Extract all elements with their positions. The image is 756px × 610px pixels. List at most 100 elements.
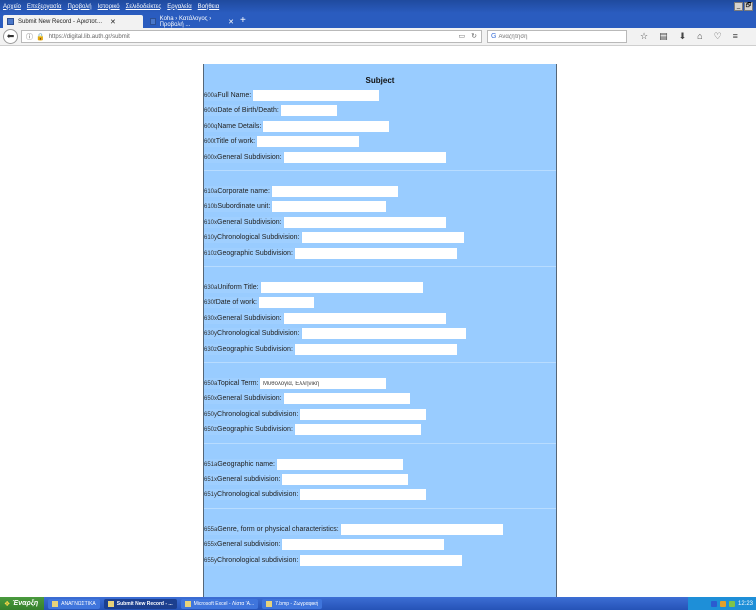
search-icon: G [491,33,497,40]
field-input-630x[interactable] [284,312,446,324]
field-tag: 600a [204,93,218,99]
tab-close-icon[interactable]: ✕ [228,18,234,26]
field-input-600t[interactable] [257,136,359,148]
field-label-651y: 651yChronological subdivision: [204,489,300,501]
menu-item[interactable]: Βοήθεια [198,4,220,10]
field-label-text: Chronological subdivision: [217,410,299,418]
url-bar[interactable]: ⓘ 🔒 https://digital.lib.auth.gr/submit ▭ … [21,30,482,43]
menu-item[interactable]: Σελιδοδείκτες [126,4,162,10]
url-actions: ▭ ↻ [459,32,478,40]
menu-item[interactable]: Αρχείο [3,4,21,10]
subject-form: Subject 600aFull Name: 600dDate of Birth/… [203,64,557,597]
field-label-600q: 600qName Details: [204,120,263,132]
field-input-600x[interactable] [284,151,446,163]
start-label: Έναρξη [12,600,39,607]
field-tag: 630f [204,300,216,307]
field-input-651y[interactable] [300,489,426,501]
field-label-text: Subordinate unit: [217,203,271,211]
field-input-650x[interactable] [284,393,410,405]
field-label-650z: 650zGeographic Subdivision: [204,424,294,436]
field-label-630z: 630zGeographic Subdivision: [204,343,294,355]
field-label-650a: 650aTopical Term: [204,378,260,389]
field-input-651a[interactable] [277,458,403,470]
search-bar[interactable]: G [487,30,627,43]
navigation-bar: ⬅ ⓘ 🔒 https://digital.lib.auth.gr/submit … [0,28,756,46]
field-input-610x[interactable] [284,216,446,228]
field-label-610x: 610xGeneral Subdivision: [204,216,283,228]
home-icon[interactable]: ⌂ [697,31,702,42]
field-input-630f[interactable] [259,297,314,309]
start-button[interactable]: ❖ Έναρξη [0,597,45,610]
section-divider [204,170,556,171]
field-input-651x[interactable] [282,474,408,485]
tab-submit-new-record[interactable]: Submit New Record - Αριστοτ... ✕ [3,15,143,28]
page-favicon-icon [150,18,156,25]
back-button[interactable]: ⬅ [3,29,18,44]
pocket-icon[interactable]: ♡ [714,31,722,42]
field-input-630y[interactable] [302,328,466,340]
volume-icon[interactable] [728,600,735,607]
minimize-button[interactable]: _ [734,2,743,11]
field-label-text: Geographic Subdivision: [217,426,293,434]
field-label-text: General Subdivision: [217,395,282,403]
tab-koha[interactable]: Koha › Κατάλογος › Προβολή ... ✕ [146,15,238,28]
field-label-651a: 651aGeographic name: [204,458,276,470]
reload-icon[interactable]: ↻ [471,32,477,40]
field-label-text: Chronological subdivision: [217,491,299,499]
section-divider [204,507,556,509]
search-input[interactable] [498,31,609,42]
field-input-650y[interactable] [300,408,426,420]
download-icon[interactable]: ⬇ [679,31,687,42]
page-favicon-icon [7,18,14,25]
field-input-600q[interactable] [263,120,389,132]
tab-label: Koha › Κατάλογος › Προβολή ... [159,15,212,28]
menu-bar: Αρχείο Επεξεργασία Προβολή Ιστορικό Σελιδοδε… [0,0,756,13]
field-label-text: General Subdivision: [217,153,282,161]
menu-item[interactable]: Επεξεργασία [27,4,62,10]
field-input-655a[interactable] [341,523,503,535]
restore-button[interactable]: 🗗 [744,2,753,11]
field-input-655x[interactable] [282,539,444,551]
toolbar-icons: ☆ ▤ ⬇ ⌂ ♡ ≡ [640,31,738,42]
field-label-text: Geographic Subdivision: [217,249,293,257]
field-tag: 651y [204,492,218,499]
field-input-600a[interactable] [253,90,379,101]
field-label-650y: 650yChronological subdivision: [204,408,300,420]
menu-item[interactable]: Ιστορικό [98,4,120,10]
info-icon[interactable]: ⓘ 🔒 [26,32,45,42]
field-label-600x: 600xGeneral Subdivision: [204,151,283,163]
network-icon[interactable] [719,600,726,607]
field-input-610a[interactable] [272,186,398,197]
field-input-650a[interactable] [260,378,386,389]
lock-icon: 🔒 [36,33,45,41]
field-input-600d[interactable] [281,105,337,117]
taskbar-item[interactable]: 7.bmp - Ζωγραφική [262,598,323,609]
field-tag: 655x [204,542,218,549]
field-input-630z[interactable] [295,343,457,355]
library-icon[interactable]: ▤ [659,31,668,42]
taskbar-item[interactable]: Submit New Record - ... [103,598,177,609]
reader-view-icon[interactable]: ▭ [459,32,466,40]
taskbar-item[interactable]: Microsoft Excel - Λίστα 'Α... [180,598,259,609]
field-tag: 600x [204,154,218,161]
menu-icon[interactable]: ≡ [733,31,738,42]
field-input-630a[interactable] [261,282,423,293]
field-input-610y[interactable] [302,232,464,244]
field-input-610b[interactable] [272,201,386,213]
taskbar-item[interactable]: ΑΝΑΓΝΩΣΤΙΚΑ [48,598,100,609]
field-input-655y[interactable] [300,554,462,566]
section-divider [204,362,556,363]
language-icon[interactable] [710,600,717,607]
tab-close-icon[interactable]: ✕ [110,18,116,26]
menu-item[interactable]: Προβολή [68,4,92,10]
field-label-630f: 630fDate of work: [204,297,258,309]
field-tag: 600t [204,139,216,146]
bookmark-star-icon[interactable]: ☆ [640,31,648,42]
menu-item[interactable]: Εργαλεία [167,4,191,10]
field-label-610z: 610zGeographic Subdivision: [204,247,294,259]
field-tag: 610x [204,219,218,226]
new-tab-button[interactable]: + [240,15,246,26]
field-input-650z[interactable] [295,424,421,436]
taskbar-item-label: 7.bmp - Ζωγραφική [275,600,319,607]
field-input-610z[interactable] [295,247,457,259]
